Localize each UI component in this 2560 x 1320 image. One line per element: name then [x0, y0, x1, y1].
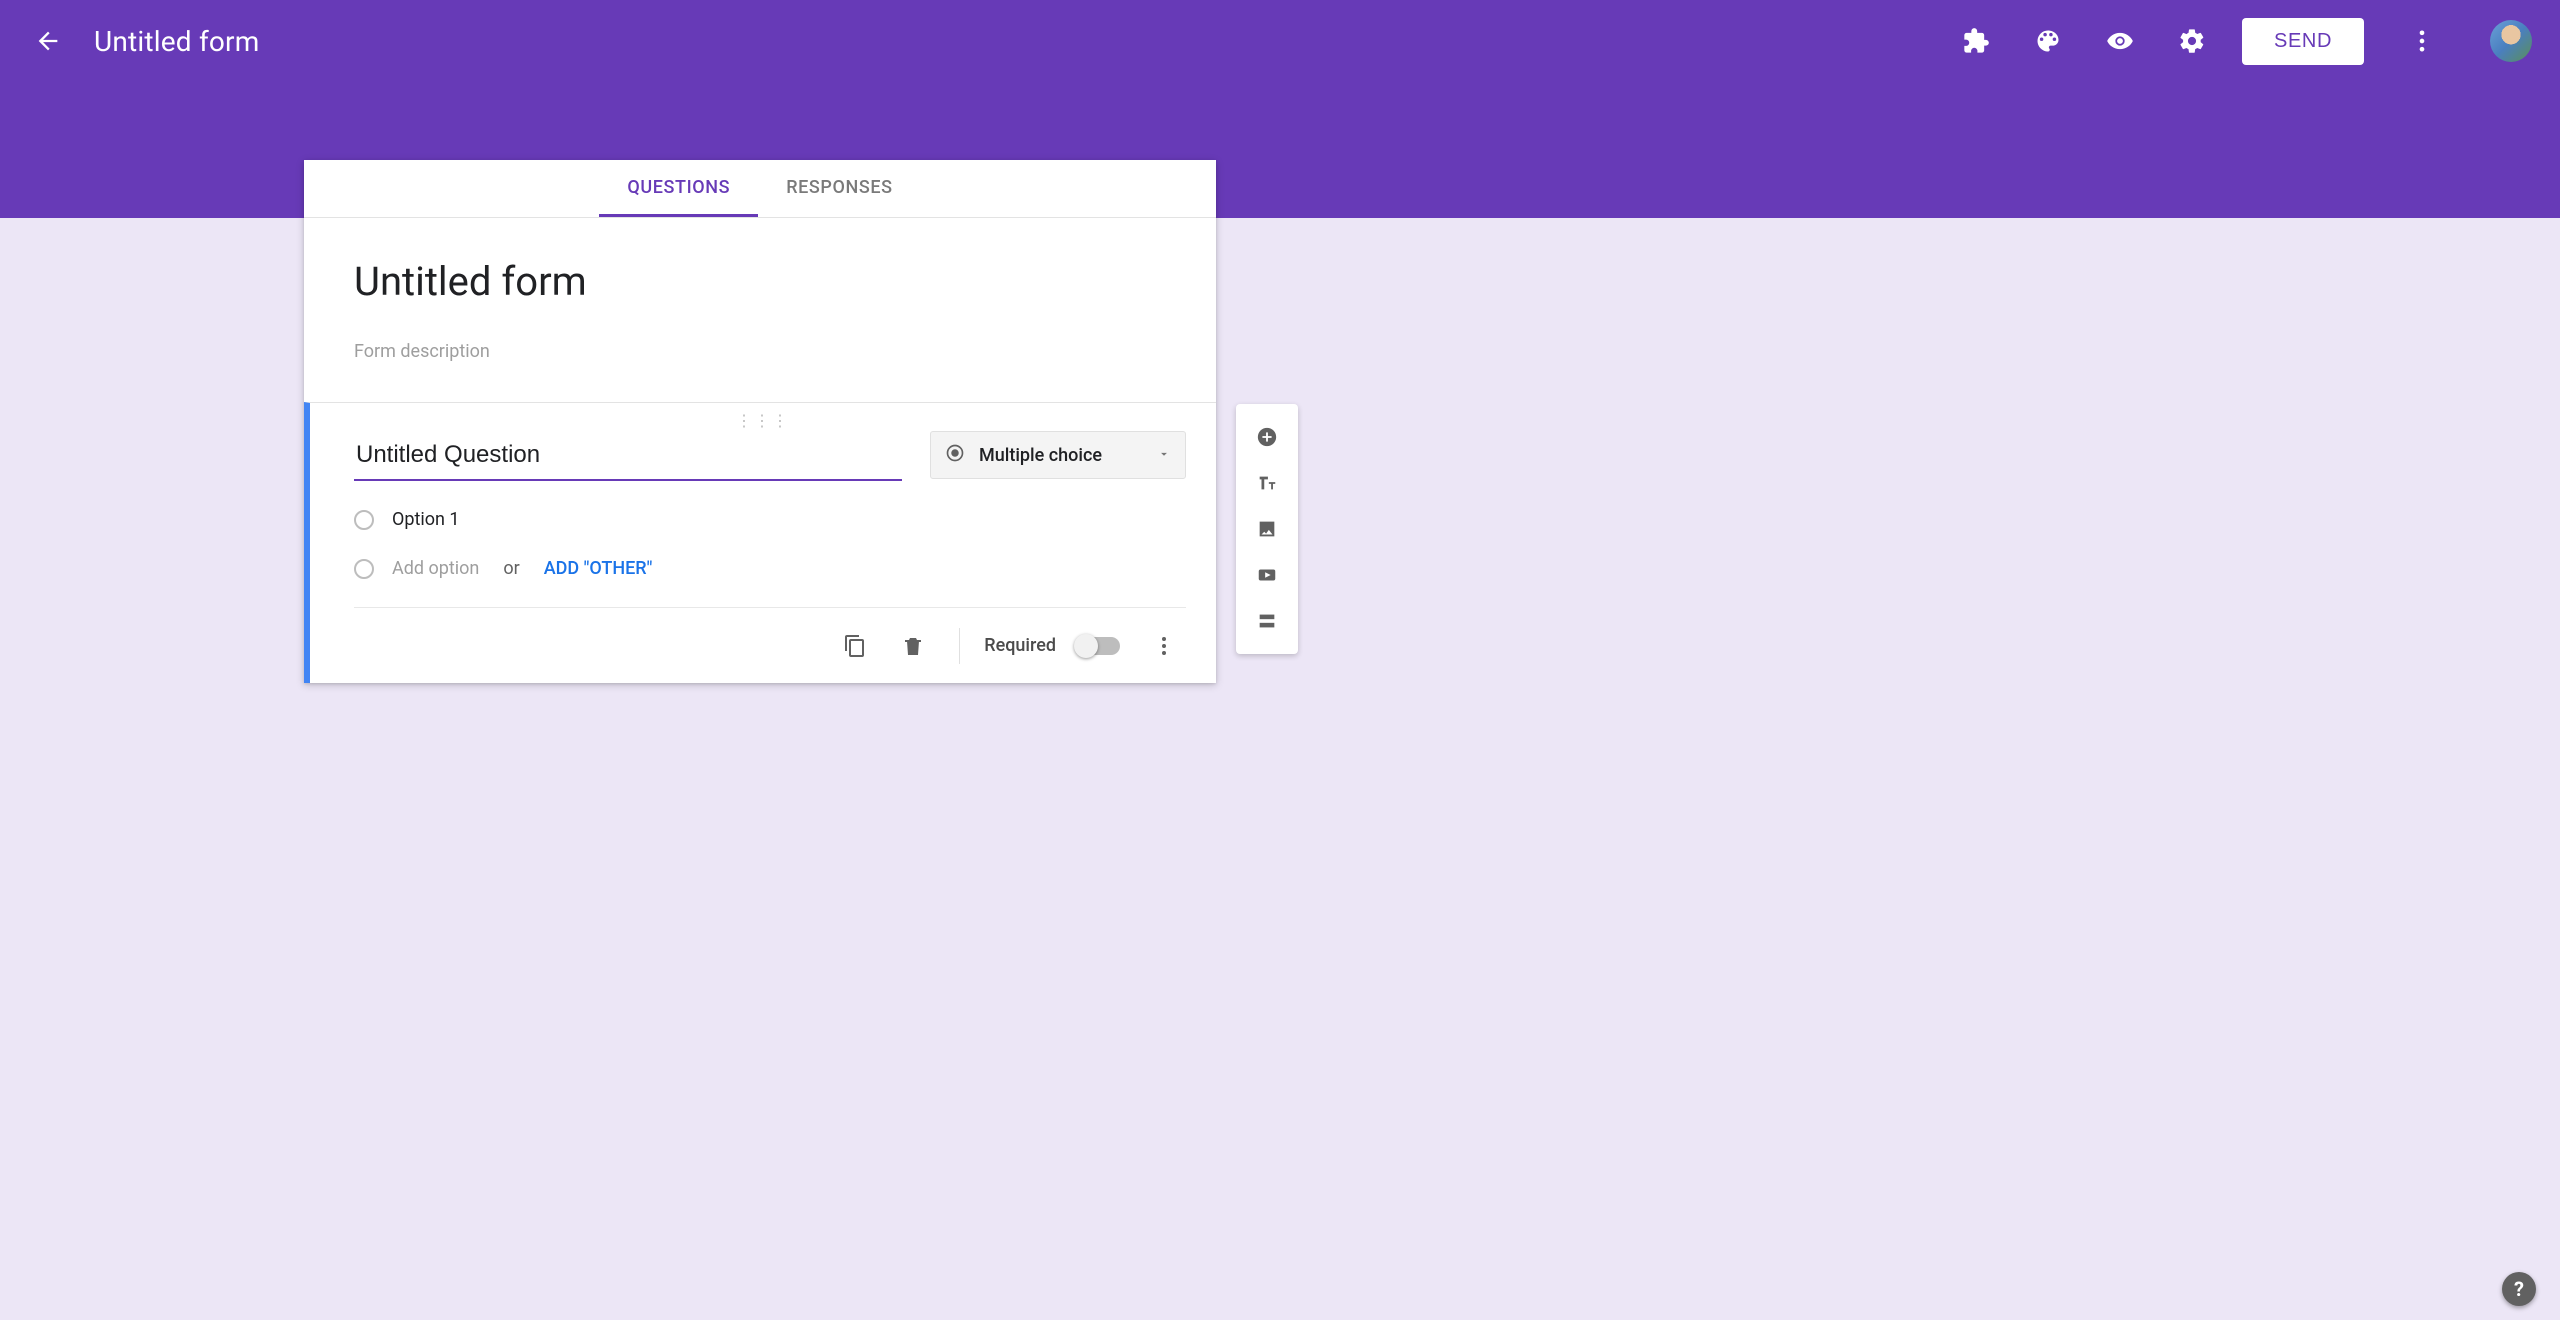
question-type-label: Multiple choice	[979, 445, 1102, 466]
form-title-input[interactable]: Untitled form	[354, 258, 1166, 305]
settings-button[interactable]	[2170, 19, 2214, 63]
add-title-button[interactable]	[1244, 460, 1290, 506]
option-label[interactable]: Option 1	[392, 509, 460, 530]
required-label: Required	[984, 635, 1056, 656]
delete-button[interactable]	[891, 624, 935, 668]
tabs: QUESTIONS RESPONSES	[304, 160, 1216, 218]
preview-button[interactable]	[2098, 19, 2142, 63]
question-header-row: Multiple choice	[354, 431, 1186, 481]
question-title-input[interactable]	[354, 431, 902, 481]
send-button[interactable]: SEND	[2242, 18, 2364, 65]
copy-icon	[843, 634, 867, 658]
section-icon	[1256, 610, 1278, 632]
kebab-icon	[1152, 634, 1176, 658]
radio-icon	[354, 510, 374, 530]
app-header: Untitled form SEND	[0, 0, 2560, 82]
arrow-left-icon	[34, 27, 62, 55]
trash-icon	[901, 634, 925, 658]
add-other-button[interactable]: ADD "OTHER"	[544, 558, 653, 579]
more-button[interactable]	[2400, 19, 2444, 63]
question-more-button[interactable]	[1142, 624, 1186, 668]
form-description-input[interactable]: Form description	[354, 341, 1166, 362]
radio-dot-icon	[945, 443, 965, 467]
question-type-select[interactable]: Multiple choice	[930, 431, 1186, 479]
add-option-input[interactable]: Add option	[392, 558, 479, 579]
kebab-icon	[2408, 27, 2436, 55]
question-footer: Required	[354, 607, 1186, 683]
required-toggle[interactable]	[1076, 637, 1120, 655]
palette-icon	[2034, 27, 2062, 55]
title-icon	[1256, 472, 1278, 494]
side-toolbar	[1236, 404, 1298, 654]
add-question-button[interactable]	[1244, 414, 1290, 460]
header-left: Untitled form	[28, 21, 260, 61]
addons-button[interactable]	[1954, 19, 1998, 63]
radio-icon	[354, 559, 374, 579]
duplicate-button[interactable]	[833, 624, 877, 668]
gear-icon	[2178, 27, 2206, 55]
puzzle-icon	[1962, 27, 1990, 55]
eye-icon	[2106, 27, 2134, 55]
question-card: ⋮⋮⋮ Multiple choice Option 1 Add option	[304, 402, 1216, 683]
help-icon: ?	[2514, 1277, 2524, 1301]
options-list: Option 1 Add option or ADD "OTHER"	[354, 509, 1186, 579]
form-name[interactable]: Untitled form	[94, 25, 260, 58]
plus-circle-icon	[1256, 426, 1278, 448]
header-right: SEND	[1954, 18, 2532, 65]
add-video-button[interactable]	[1244, 552, 1290, 598]
tab-questions[interactable]: QUESTIONS	[599, 160, 758, 217]
form-editor-card: QUESTIONS RESPONSES Untitled form Form d…	[304, 160, 1216, 683]
chevron-down-icon	[1157, 446, 1171, 465]
theme-button[interactable]	[2026, 19, 2070, 63]
help-button[interactable]: ?	[2502, 1272, 2536, 1306]
add-option-row: Add option or ADD "OTHER"	[354, 558, 1186, 579]
divider	[959, 628, 960, 664]
drag-handle-icon[interactable]: ⋮⋮⋮	[736, 411, 790, 430]
add-image-button[interactable]	[1244, 506, 1290, 552]
image-icon	[1256, 518, 1278, 540]
add-section-button[interactable]	[1244, 598, 1290, 644]
account-avatar[interactable]	[2490, 20, 2532, 62]
play-icon	[1256, 564, 1278, 586]
form-header-section: Untitled form Form description	[304, 218, 1216, 402]
or-word: or	[503, 558, 519, 579]
back-button[interactable]	[28, 21, 68, 61]
option-row: Option 1	[354, 509, 1186, 530]
tab-responses[interactable]: RESPONSES	[758, 160, 920, 217]
